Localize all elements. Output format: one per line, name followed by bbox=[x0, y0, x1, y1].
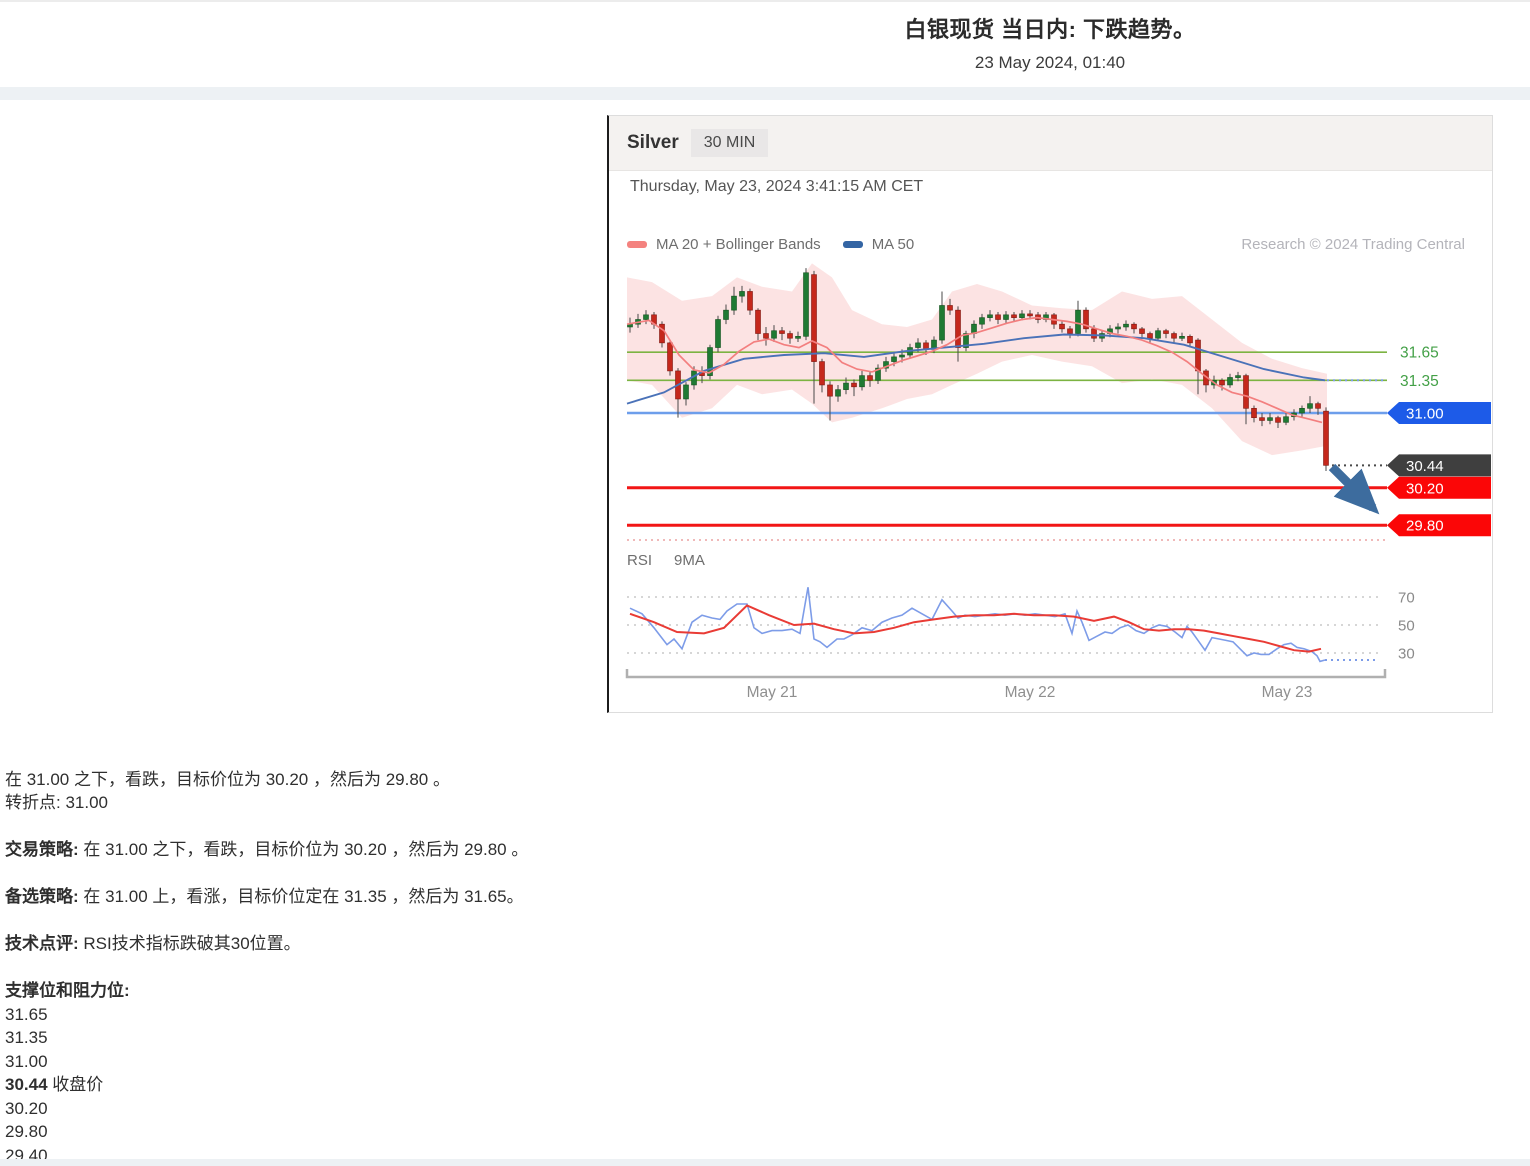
svg-text:May 22: May 22 bbox=[1005, 684, 1056, 701]
chart-card-header: Silver 30 MIN bbox=[609, 116, 1492, 171]
level-item: 31.35 bbox=[5, 1026, 1005, 1050]
analysis-text: 在 31.00 之下，看跌，目标价位为 30.20 ，然后为 29.80 。转折… bbox=[5, 768, 1005, 1166]
svg-text:70: 70 bbox=[1398, 590, 1415, 607]
svg-text:31.65: 31.65 bbox=[1400, 345, 1439, 362]
price-legend: MA 20 + Bollinger Bands MA 50 Research ©… bbox=[627, 236, 1477, 253]
svg-text:May 21: May 21 bbox=[747, 684, 798, 701]
rsi-legend: RSI 9MA bbox=[627, 552, 727, 569]
ma50-swatch-icon bbox=[843, 241, 863, 248]
chart-card: 31.65 31.35 31.00 30.44 30.20 29.80 70 50 30 May … bbox=[607, 115, 1493, 713]
interval-badge[interactable]: 30 MIN bbox=[691, 129, 769, 157]
footer-band bbox=[0, 1159, 1530, 1166]
level-item: 31.00 bbox=[5, 1050, 1005, 1074]
alternative-strategy: 备选策略: 在 31.00 上，看涨，目标价位定在 31.35 ，然后为 31.… bbox=[5, 885, 1005, 908]
ma20-swatch-icon bbox=[627, 241, 647, 248]
support-resistance-list: 支撑位和阻力位: 31.65 31.35 31.00 30.44 收盘价 30.… bbox=[5, 979, 1005, 1166]
trading-strategy: 交易策略: 在 31.00 之下，看跌，目标价位为 30.20 ，然后为 29.… bbox=[5, 838, 1005, 861]
legend-item-9ma: 9MA bbox=[674, 552, 705, 569]
legend-label: RSI bbox=[627, 552, 652, 569]
report-date: 23 May 2024, 01:40 bbox=[607, 53, 1493, 73]
level-item: 31.65 bbox=[5, 1003, 1005, 1027]
report-header: 白银现货 当日内: 下跌趋势。 23 May 2024, 01:40 bbox=[607, 12, 1493, 73]
page-title: 白银现货 当日内: 下跌趋势。 bbox=[607, 12, 1493, 44]
header-divider bbox=[0, 87, 1530, 100]
svg-text:31.35: 31.35 bbox=[1400, 373, 1439, 390]
copyright-text: Research © 2024 Trading Central bbox=[1241, 236, 1465, 253]
legend-label: MA 20 + Bollinger Bands bbox=[656, 236, 821, 253]
page: 白银现货 当日内: 下跌趋势。 23 May 2024, 01:40 31.65… bbox=[0, 0, 1530, 1166]
level-item: 29.80 bbox=[5, 1120, 1005, 1144]
legend-label: 9MA bbox=[674, 552, 705, 569]
svg-text:29.80: 29.80 bbox=[1406, 518, 1444, 535]
legend-item-ma20: MA 20 + Bollinger Bands bbox=[627, 236, 821, 253]
svg-text:30.44: 30.44 bbox=[1406, 458, 1444, 475]
svg-text:30: 30 bbox=[1398, 646, 1415, 663]
level-item-close: 30.44 收盘价 bbox=[5, 1073, 1005, 1097]
level-item: 30.20 bbox=[5, 1097, 1005, 1121]
svg-text:31.00: 31.00 bbox=[1406, 406, 1444, 423]
instrument-name: Silver bbox=[627, 132, 679, 154]
legend-label: MA 50 bbox=[872, 236, 915, 253]
levels-header: 支撑位和阻力位: bbox=[5, 979, 1005, 1003]
summary-paragraph: 在 31.00 之下，看跌，目标价位为 30.20 ，然后为 29.80 。转折… bbox=[5, 768, 1005, 814]
chart-timestamp: Thursday, May 23, 2024 3:41:15 AM CET bbox=[630, 178, 923, 196]
pivot-line: 转折点: 31.00 bbox=[5, 793, 108, 812]
legend-item-rsi: RSI bbox=[627, 552, 652, 569]
svg-text:50: 50 bbox=[1398, 618, 1415, 635]
price-chart: 31.65 31.35 31.00 30.44 30.20 29.80 70 50 30 May … bbox=[609, 116, 1495, 714]
legend-item-ma50: MA 50 bbox=[843, 236, 915, 253]
svg-text:30.20: 30.20 bbox=[1406, 480, 1444, 497]
svg-text:May 23: May 23 bbox=[1262, 684, 1313, 701]
technical-comment: 技术点评: RSI技术指标跌破其30位置。 bbox=[5, 932, 1005, 955]
